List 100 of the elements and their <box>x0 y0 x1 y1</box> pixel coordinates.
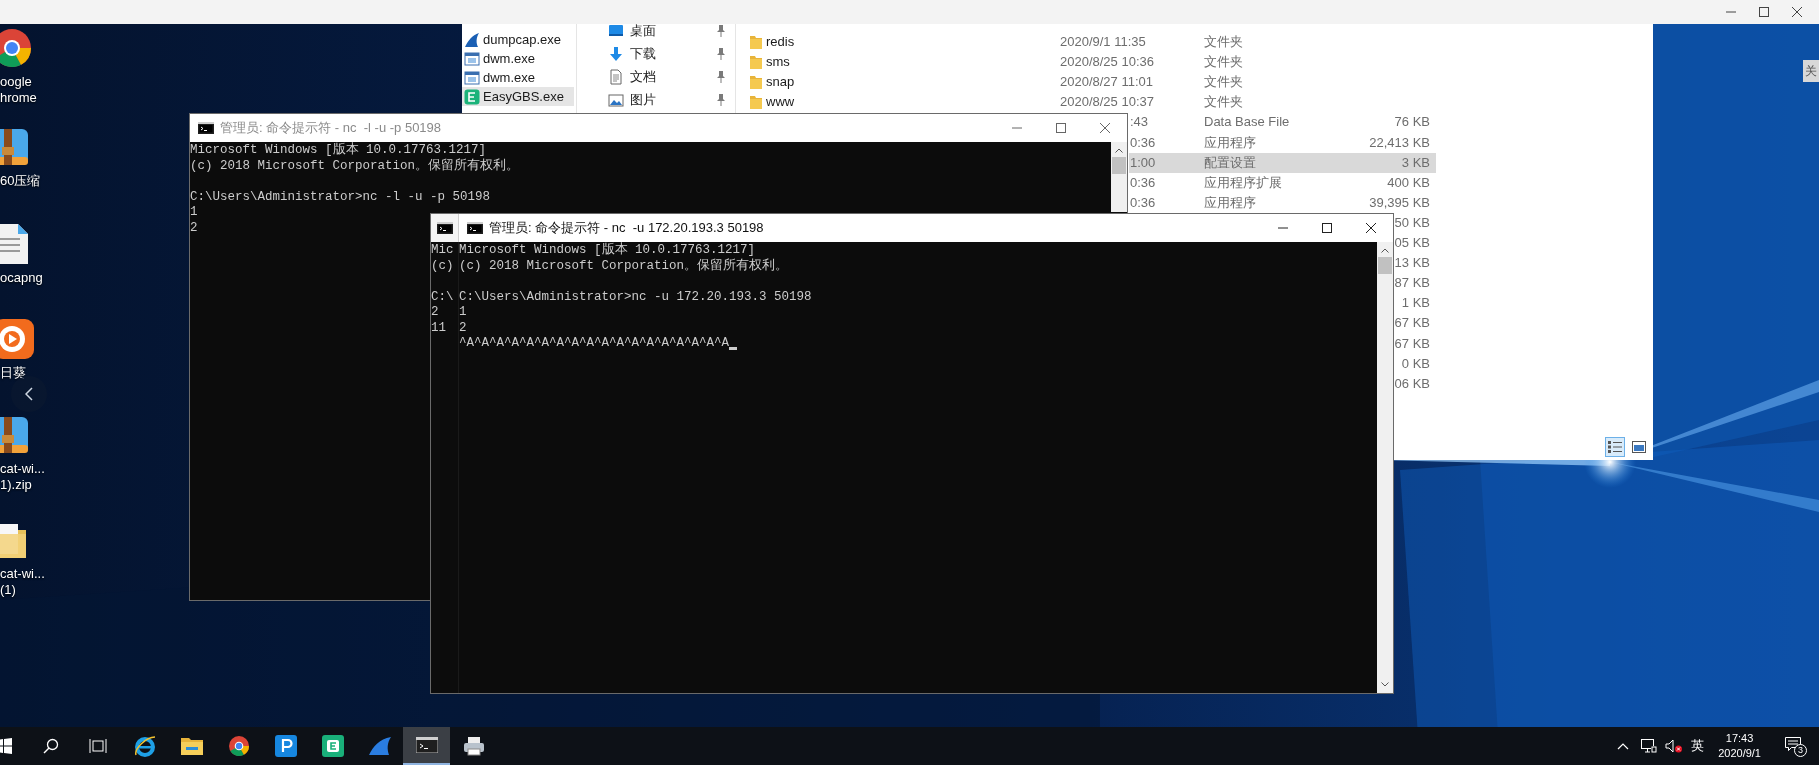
file-row[interactable]: 1:00 配置设置 3 KB <box>1129 152 1436 173</box>
terminal-line: C:\Users\Administrator>nc -l -u -p 50198 <box>190 189 491 205</box>
search-icon <box>42 738 59 754</box>
file-row[interactable]: 0:36 应用程序 39,395 KB <box>1129 192 1436 213</box>
type-cell-text: 应用程序 <box>1204 193 1256 212</box>
file-name: sms <box>766 53 790 72</box>
nav-item[interactable]: 文档 <box>630 66 656 87</box>
icon-label[interactable]: (1) <box>0 582 16 598</box>
clock-time[interactable]: 17:43 <box>1725 731 1754 746</box>
task-view-icon <box>88 738 107 754</box>
pin-icon[interactable] <box>716 70 726 83</box>
file-row[interactable]: 67 KB <box>1395 313 1436 334</box>
terminal-line: 1 <box>459 305 467 321</box>
icon-label[interactable]: ocapng <box>0 270 43 286</box>
size-cell-text: 39,395 KB <box>1369 193 1430 212</box>
date-cell-text: 2020/8/27 11:01 <box>1060 73 1153 92</box>
icon-label[interactable]: hrome <box>0 90 37 106</box>
file-row[interactable]: 0:36 应用程序 22,413 KB <box>1129 132 1436 153</box>
maximize-icon <box>1322 223 1332 233</box>
scrollbar[interactable] <box>1111 142 1127 212</box>
nav-item[interactable]: 桌面 <box>630 20 656 41</box>
file-row[interactable]: 13 KB <box>1395 253 1436 274</box>
scroll-thumb[interactable] <box>1378 257 1392 274</box>
input-method-indicator[interactable]: 英 <box>1691 736 1705 756</box>
speaker-muted-icon[interactable] <box>1665 739 1684 753</box>
size-cell-text: 76 KB <box>1394 113 1430 132</box>
size-cell-text: 06 KB <box>1394 374 1430 393</box>
file-row[interactable]: 06 KB <box>1395 373 1436 394</box>
file-name: snap <box>766 73 795 92</box>
terminal-line: 11 <box>431 320 446 336</box>
notification-count[interactable]: 3 <box>1794 744 1807 757</box>
printer-icon <box>462 736 485 756</box>
desktop-icon <box>608 22 624 39</box>
network-icon[interactable] <box>1641 739 1658 753</box>
terminal-line: C:\Users\Administrator>nc -u 172.20.193.3 50198 <box>459 289 812 305</box>
view-toggle[interactable] <box>1605 437 1625 457</box>
sunflower-app-icon <box>0 319 36 359</box>
chevron-up-icon[interactable] <box>1617 742 1630 750</box>
taskbar-button[interactable] <box>403 727 450 765</box>
nav-item[interactable]: 下载 <box>630 43 656 64</box>
app-icon <box>321 735 344 757</box>
terminal-line: C:\ <box>431 289 454 305</box>
app-icon <box>274 735 297 757</box>
document-icon <box>608 68 624 85</box>
type-cell-text: 文件夹 <box>1204 53 1243 72</box>
nav-item[interactable]: 图片 <box>630 89 656 110</box>
pin-icon[interactable] <box>716 47 726 60</box>
notification-icon[interactable] <box>1785 737 1801 751</box>
icon-label[interactable]: 1).zip <box>0 477 32 493</box>
file-row[interactable]: 0:36 应用程序扩展 400 KB <box>1129 172 1436 193</box>
fin-icon <box>464 31 480 48</box>
file-row[interactable]: sms 2020/8/25 10:36 文件夹 <box>740 52 1436 73</box>
pin-icon[interactable] <box>716 93 726 106</box>
size-cell-text: 3 KB <box>1401 153 1430 172</box>
scrollbar[interactable] <box>1377 242 1393 693</box>
size-cell-text: 400 KB <box>1387 173 1430 192</box>
chevron-left-icon <box>25 387 33 401</box>
icon-label[interactable]: 日葵 <box>0 365 26 381</box>
size-cell-text: 05 KB <box>1394 234 1430 252</box>
clock-date[interactable]: 2020/9/1 <box>1718 746 1761 761</box>
file-list-item[interactable]: dwm.exe <box>462 68 574 87</box>
icon-label[interactable]: 60压缩 <box>0 173 41 189</box>
icon-label[interactable]: cat-wi... <box>0 461 45 477</box>
type-cell-text: 文件夹 <box>1204 33 1243 51</box>
console-icon <box>198 122 214 134</box>
file-row[interactable]: 50 KB <box>1395 212 1436 233</box>
type-cell-text: Data Base File <box>1204 113 1290 132</box>
file-name: dumpcap.exe <box>483 30 562 49</box>
scroll-thumb[interactable] <box>1112 157 1126 174</box>
type-cell-text: 文件夹 <box>1204 73 1243 92</box>
file-row[interactable]: 1 KB <box>1395 293 1436 314</box>
file-row[interactable]: 0 KB <box>1395 353 1436 374</box>
scroll-up-icon[interactable] <box>1381 248 1389 253</box>
scroll-down-icon[interactable] <box>1381 682 1389 687</box>
size-cell-text: 22,413 KB <box>1369 133 1430 152</box>
picture-icon <box>608 91 624 108</box>
date-cell-text: 2020/9/1 11:35 <box>1060 33 1146 51</box>
side-tab[interactable]: 关 <box>1803 60 1819 82</box>
icon-label[interactable]: cat-wi... <box>0 566 45 582</box>
pin-icon[interactable] <box>716 24 726 37</box>
scroll-up-icon[interactable] <box>1115 148 1123 153</box>
file-row[interactable]: 05 KB <box>1395 233 1436 253</box>
file-row[interactable]: :43 Data Base File 76 KB <box>1129 112 1436 133</box>
file-list-item[interactable]: dumpcap.exe <box>462 30 574 49</box>
date-cell-text: 0:36 <box>1130 173 1156 192</box>
file-name: dwm.exe <box>483 49 536 68</box>
terminal-line: ^A^A^A^A^A^A^A^A^A^A^A^A^A^A^A^A^A^A <box>459 336 730 352</box>
file-row[interactable]: 87 KB <box>1395 273 1436 294</box>
icon-label[interactable]: oogle <box>0 74 32 90</box>
close-icon <box>1100 123 1110 133</box>
date-cell-text: 1:00 <box>1130 153 1156 172</box>
date-cell-text: 2020/8/25 10:36 <box>1060 53 1154 72</box>
file-row[interactable]: 67 KB <box>1395 333 1436 354</box>
date-cell-text: 2020/8/25 10:37 <box>1060 93 1154 112</box>
file-row[interactable]: snap 2020/8/27 11:01 文件夹 <box>740 72 1436 93</box>
file-list-item[interactable]: EasyGBS.exe <box>462 87 574 106</box>
file-list-item[interactable]: dwm.exe <box>462 49 574 68</box>
window-title: 管理员: 命令提示符 - nc -u 172.20.193.3 50198 <box>489 219 764 238</box>
file-row[interactable]: redis 2020/9/1 11:35 文件夹 <box>740 32 1436 52</box>
file-row[interactable]: www 2020/8/25 10:37 文件夹 <box>740 92 1436 113</box>
